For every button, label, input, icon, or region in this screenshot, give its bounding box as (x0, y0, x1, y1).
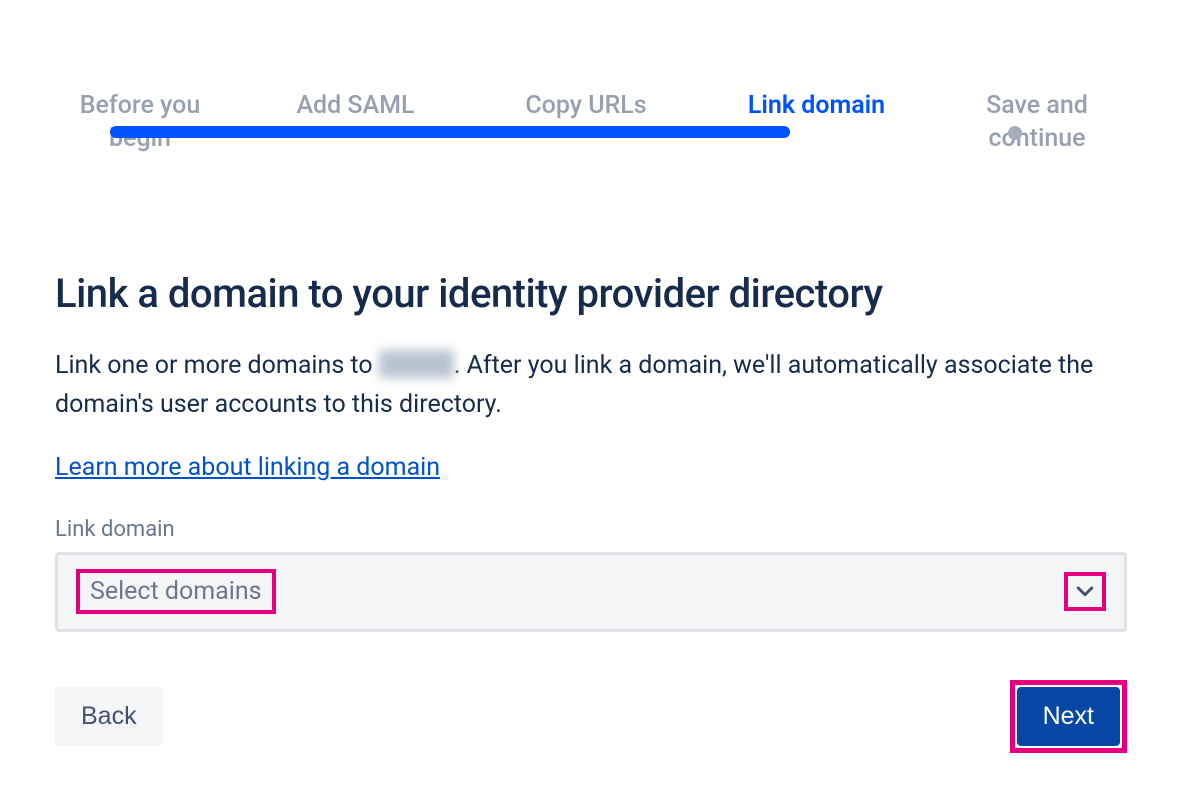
progress-dot-inactive (1008, 126, 1022, 140)
next-button-highlight: Next (1010, 680, 1127, 753)
select-chevron-highlight (1064, 572, 1106, 611)
learn-more-link[interactable]: Learn more about linking a domain (55, 453, 440, 482)
link-domain-label: Link domain (55, 517, 1127, 542)
page-title: Link a domain to your identity provider … (55, 270, 1127, 317)
page-description: Link one or more domains to . After you … (55, 347, 1127, 425)
back-button[interactable]: Back (55, 687, 163, 746)
next-button[interactable]: Next (1017, 687, 1120, 746)
steps-row: Before you begin Add SAML Copy URLs Link… (55, 90, 1127, 155)
chevron-down-icon (1076, 582, 1094, 601)
step-before-you-begin[interactable]: Before you begin (55, 90, 225, 155)
select-placeholder-highlight: Select domains (76, 569, 276, 614)
button-row: Back Next (55, 680, 1127, 753)
progress-fill (110, 126, 790, 138)
main-content: Link a domain to your identity provider … (55, 270, 1127, 753)
domain-select-wrapper: Select domains (55, 552, 1127, 632)
step-link-domain[interactable]: Link domain (717, 90, 917, 155)
select-placeholder-text: Select domains (90, 577, 262, 606)
redacted-name (379, 350, 454, 378)
step-copy-urls[interactable]: Copy URLs (486, 90, 686, 155)
step-save-continue: Save and continue (947, 90, 1127, 155)
wizard-progress: Before you begin Add SAML Copy URLs Link… (55, 90, 1127, 230)
domain-select[interactable]: Select domains (55, 552, 1127, 632)
description-pre: Link one or more domains to (55, 351, 373, 380)
step-add-saml[interactable]: Add SAML (256, 90, 456, 155)
